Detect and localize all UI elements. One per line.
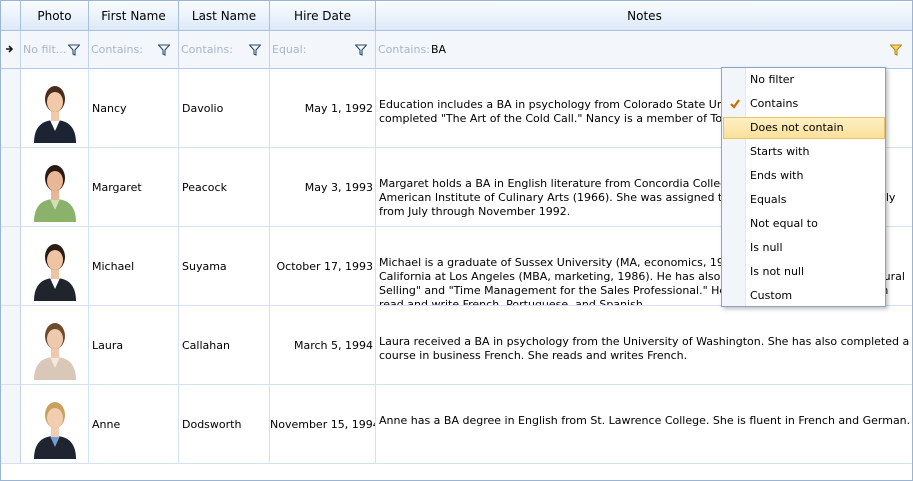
filter-row-indicator xyxy=(1,31,21,69)
cell-last[interactable]: Dodsworth xyxy=(179,385,270,464)
filter-placeholder[interactable]: Equal: xyxy=(272,43,306,56)
filter-option-does-not-contain[interactable]: Does not contain xyxy=(723,117,885,139)
filter-funnel-active-icon[interactable] xyxy=(890,44,902,56)
filter-option-not-equal-to[interactable]: Not equal to xyxy=(723,213,885,235)
filter-funnel-icon[interactable] xyxy=(158,44,170,56)
cell-hire[interactable]: May 3, 1993 xyxy=(270,148,376,227)
row-indicator[interactable] xyxy=(1,227,21,306)
employee-photo xyxy=(26,312,84,380)
cell-last[interactable]: Peacock xyxy=(179,148,270,227)
current-row-arrow-icon xyxy=(6,45,14,53)
cell-last[interactable]: Davolio xyxy=(179,69,270,148)
column-header-notes[interactable]: Notes xyxy=(376,1,912,31)
cell-first[interactable]: Margaret xyxy=(89,148,179,227)
filter-option-label: Equals xyxy=(750,193,787,206)
cell-hire[interactable]: May 1, 1992 xyxy=(270,69,376,148)
column-header-last-name[interactable]: Last Name xyxy=(179,1,270,31)
cell-first[interactable]: Nancy xyxy=(89,69,179,148)
filter-funnel-icon[interactable] xyxy=(355,44,367,56)
header-corner xyxy=(1,1,21,31)
row-indicator[interactable] xyxy=(1,385,21,464)
filter-funnel-icon[interactable] xyxy=(68,44,80,56)
row-indicator[interactable] xyxy=(1,69,21,148)
cell-hire[interactable]: March 5, 1994 xyxy=(270,306,376,385)
filter-option-label: Is not null xyxy=(750,265,805,278)
filter-cell-last-name[interactable]: Contains: xyxy=(179,31,270,69)
row-indicator[interactable] xyxy=(1,148,21,227)
filter-option-label: Does not contain xyxy=(750,121,844,134)
cell-first[interactable]: Michael xyxy=(89,227,179,306)
filter-dropdown-menu: No filter Contains Does not contain Starts … xyxy=(721,67,886,307)
filter-placeholder[interactable]: Contains: xyxy=(378,43,430,56)
filter-option-custom[interactable]: Custom xyxy=(723,285,885,307)
filter-cell-photo[interactable]: No filt... xyxy=(21,31,89,69)
employee-photo-cell[interactable] xyxy=(21,69,89,148)
checkmark-icon xyxy=(730,99,740,109)
employee-photo-cell[interactable] xyxy=(21,385,89,464)
filter-option-contains[interactable]: Contains xyxy=(723,93,885,115)
filter-option-label: Is null xyxy=(750,241,783,254)
employees-grid: Photo First Name Last Name Hire Date Not… xyxy=(0,0,913,481)
filter-input-value[interactable]: BA xyxy=(431,43,446,56)
employee-photo xyxy=(26,75,84,143)
filter-option-label: Ends with xyxy=(750,169,804,182)
filter-option-label: Custom xyxy=(750,289,793,302)
employee-photo xyxy=(26,233,84,301)
employee-photo-cell[interactable] xyxy=(21,306,89,385)
employee-photo xyxy=(26,154,84,222)
filter-placeholder[interactable]: Contains: xyxy=(181,43,233,56)
cell-hire[interactable]: November 15, 1994 xyxy=(270,385,376,464)
filter-option-label: No filter xyxy=(750,73,795,86)
filter-cell-hire-date[interactable]: Equal: xyxy=(270,31,376,69)
filter-option-ends-with[interactable]: Ends with xyxy=(723,165,885,187)
row-indicator[interactable] xyxy=(1,306,21,385)
employee-photo-cell[interactable] xyxy=(21,227,89,306)
filter-option-equals[interactable]: Equals xyxy=(723,189,885,211)
filter-cell-notes[interactable]: Contains: BA xyxy=(376,31,912,69)
filter-option-label: Contains xyxy=(750,97,799,110)
cell-notes[interactable]: Laura received a BA in psychology from t… xyxy=(376,306,912,385)
cell-first[interactable]: Anne xyxy=(89,385,179,464)
filter-option-no-filter[interactable]: No filter xyxy=(723,69,885,91)
filter-cell-first-name[interactable]: Contains: xyxy=(89,31,179,69)
filter-option-label: Not equal to xyxy=(750,217,818,230)
column-header-hire-date[interactable]: Hire Date xyxy=(270,1,376,31)
filter-option-starts-with[interactable]: Starts with xyxy=(723,141,885,163)
filter-option-is-null[interactable]: Is null xyxy=(723,237,885,259)
filter-funnel-icon[interactable] xyxy=(249,44,261,56)
column-header-first-name[interactable]: First Name xyxy=(89,1,179,31)
filter-option-label: Starts with xyxy=(750,145,810,158)
filter-placeholder[interactable]: Contains: xyxy=(91,43,143,56)
filter-option-is-not-null[interactable]: Is not null xyxy=(723,261,885,283)
cell-last[interactable]: Suyama xyxy=(179,227,270,306)
column-header-photo[interactable]: Photo xyxy=(21,1,89,31)
cell-last[interactable]: Callahan xyxy=(179,306,270,385)
employee-photo-cell[interactable] xyxy=(21,148,89,227)
cell-first[interactable]: Laura xyxy=(89,306,179,385)
employee-photo xyxy=(26,391,84,459)
cell-notes[interactable]: Anne has a BA degree in English from St.… xyxy=(376,385,912,464)
filter-placeholder[interactable]: No filt... xyxy=(23,43,66,56)
cell-hire[interactable]: October 17, 1993 xyxy=(270,227,376,306)
